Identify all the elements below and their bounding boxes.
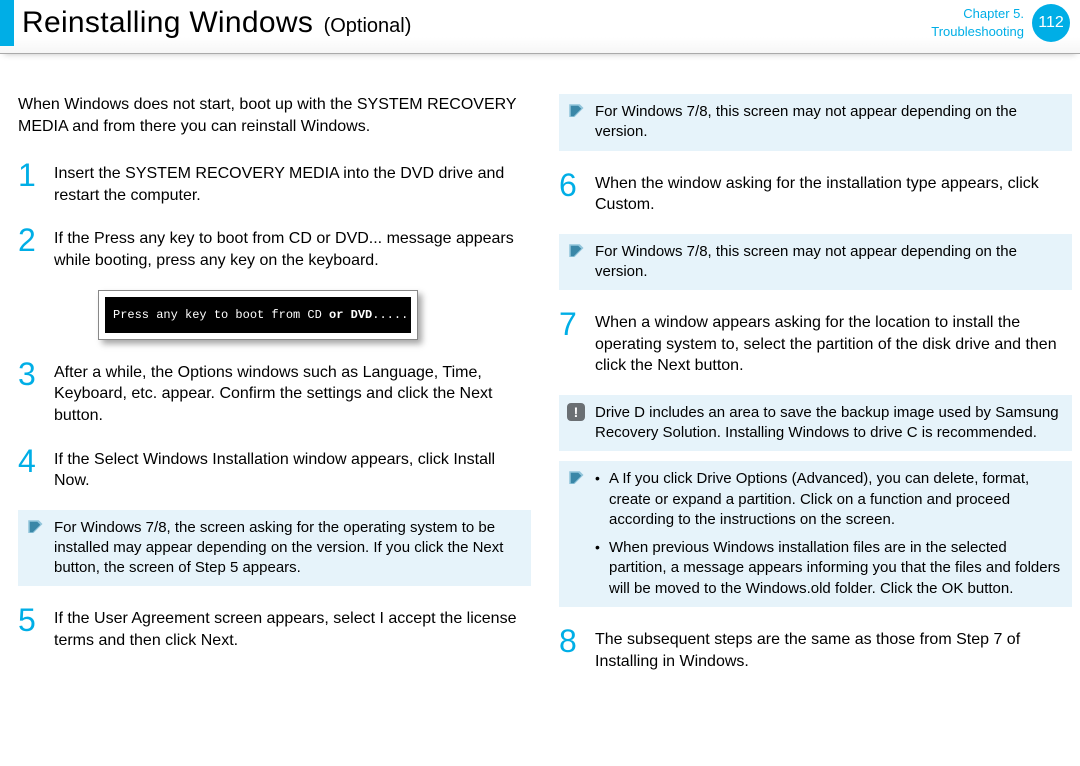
step-number: 5: [18, 604, 42, 651]
text: window appears, click: [289, 451, 454, 468]
step-text: If the Select Windows Installation windo…: [54, 445, 531, 492]
step-number: 4: [18, 445, 42, 492]
note-icon: [567, 102, 585, 120]
page-title: Reinstalling Windows: [22, 6, 313, 39]
text: A If you click: [609, 470, 697, 487]
console-pre: Press any key to boot from CD: [113, 308, 329, 322]
text: If the: [54, 451, 94, 468]
right-column: For Windows 7/8, this screen may not app…: [559, 94, 1072, 672]
emph: OK: [942, 580, 964, 597]
console-screenshot: Press any key to boot from CD or DVD....…: [98, 290, 418, 340]
note-step7-list: A If you click Drive Options (Advanced),…: [559, 461, 1072, 607]
step-7: 7 When a window appears asking for the l…: [559, 308, 1072, 377]
text: and then click: [94, 632, 201, 649]
alert-icon: !: [567, 403, 585, 421]
alert-text: Drive D includes an area to save the bac…: [595, 404, 1059, 441]
step-number: 8: [559, 625, 583, 672]
list-item: A If you click Drive Options (Advanced),…: [595, 469, 1062, 530]
step-text: Insert the SYSTEM RECOVERY MEDIA into th…: [54, 159, 531, 206]
page-subtitle: (Optional): [324, 15, 412, 37]
chapter-box: Chapter 5. Troubleshooting 112: [931, 4, 1070, 42]
left-column: When Windows does not start, boot up wit…: [18, 94, 531, 672]
step-4: 4 If the Select Windows Installation win…: [18, 445, 531, 492]
text: If the User Agreement screen appears, se…: [54, 610, 380, 627]
text: .: [234, 632, 238, 649]
step-number: 1: [18, 159, 42, 206]
note-text: button, the screen of Step 5 appears.: [54, 559, 301, 576]
step-number: 2: [18, 224, 42, 271]
text: If the: [54, 230, 94, 247]
step-number: 3: [18, 358, 42, 427]
note-icon: [26, 518, 44, 536]
note-icon: [567, 242, 585, 260]
text: .: [85, 472, 89, 489]
emph: Press any key to boot from CD or DVD...: [94, 230, 382, 247]
body-columns: When Windows does not start, boot up wit…: [0, 54, 1080, 682]
header-accent-bar: [0, 0, 14, 46]
console-post: .....: [372, 308, 408, 322]
step-2: 2 If the Press any key to boot from CD o…: [18, 224, 531, 271]
step-6: 6 When the window asking for the install…: [559, 169, 1072, 216]
step-number: 7: [559, 308, 583, 377]
note-top: For Windows 7/8, this screen may not app…: [559, 94, 1072, 151]
page-number-badge: 112: [1032, 4, 1070, 42]
step-number: 6: [559, 169, 583, 216]
text: Insert the: [54, 165, 125, 182]
text: .: [650, 196, 654, 213]
step-8: 8 The subsequent steps are the same as t…: [559, 625, 1072, 672]
console-mid: or DVD: [329, 308, 372, 322]
page-header: Reinstalling Windows (Optional) Chapter …: [0, 0, 1080, 54]
text: button.: [963, 580, 1013, 597]
list-item: When previous Windows installation ﬁles …: [595, 538, 1062, 599]
step-text: If the User Agreement screen appears, se…: [54, 604, 531, 651]
note-icon: [567, 469, 585, 487]
emph: Drive Options (Advanced): [697, 470, 869, 487]
note-text: For Windows 7/8, the screen asking for t…: [54, 519, 495, 556]
note-step6: For Windows 7/8, this screen may not app…: [559, 234, 1072, 291]
emph: Next: [473, 539, 504, 556]
step-3: 3 After a while, the Options windows suc…: [18, 358, 531, 427]
note-step4: For Windows 7/8, the screen asking for t…: [18, 510, 531, 587]
emph: Next: [201, 632, 234, 649]
console-text: Press any key to boot from CD or DVD....…: [105, 297, 411, 333]
note-text: For Windows 7/8, this screen may not app…: [595, 243, 1017, 280]
title-wrap: Reinstalling Windows (Optional): [22, 6, 411, 40]
emph: SYSTEM RECOVERY MEDIA: [125, 165, 339, 182]
step-5: 5 If the User Agreement screen appears, …: [18, 604, 531, 651]
chapter-text: Chapter 5. Troubleshooting: [931, 5, 1024, 40]
step-text: When the window asking for the installat…: [595, 169, 1072, 216]
emph: Custom: [595, 196, 650, 213]
step-1: 1 Insert the SYSTEM RECOVERY MEDIA into …: [18, 159, 531, 206]
step-text: The subsequent steps are the same as tho…: [595, 625, 1072, 672]
chapter-line1: Chapter 5.: [931, 5, 1024, 23]
intro-text: When Windows does not start, boot up wit…: [18, 94, 531, 137]
note-list: A If you click Drive Options (Advanced),…: [595, 469, 1062, 599]
step-text: When a window appears asking for the loc…: [595, 308, 1072, 377]
chapter-line2: Troubleshooting: [931, 23, 1024, 41]
step-text: After a while, the Options windows such …: [54, 358, 531, 427]
text: When the window asking for the installat…: [595, 175, 1039, 192]
alert-step7: ! Drive D includes an area to save the b…: [559, 395, 1072, 452]
note-text: For Windows 7/8, this screen may not app…: [595, 103, 1017, 140]
step-text: If the Press any key to boot from CD or …: [54, 224, 531, 271]
emph: Select Windows Installation: [94, 451, 289, 468]
